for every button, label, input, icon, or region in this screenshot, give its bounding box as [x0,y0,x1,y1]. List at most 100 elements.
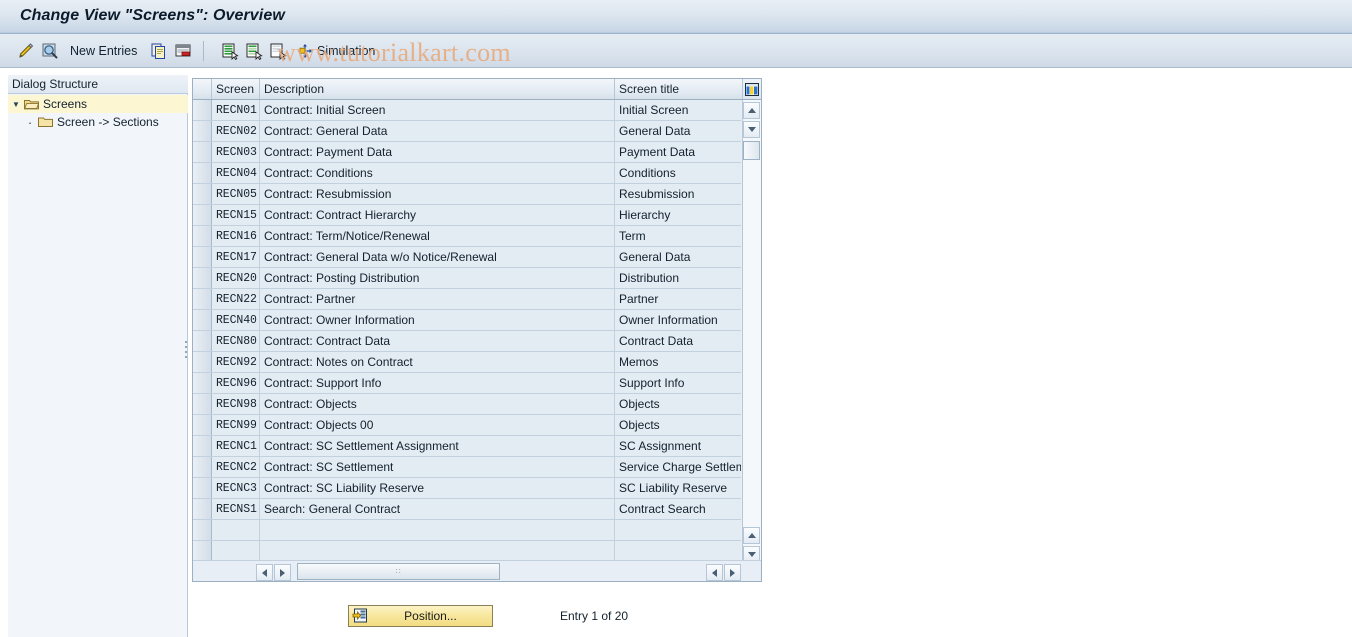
row-select-cell[interactable] [193,352,212,372]
row-select-cell[interactable] [193,268,212,288]
table-row[interactable]: RECN17 Contract: General Data w/o Notice/… [193,247,741,268]
cell-description[interactable]: Contract: Partner [260,289,615,309]
table-row[interactable]: RECN99 Contract: Objects 00 Objects [193,415,741,436]
cell-screen-title[interactable]: Resubmission [615,184,741,204]
table-row[interactable]: RECN22 Contract: Partner Partner [193,289,741,310]
cell-screen[interactable]: RECNC1 [212,436,260,456]
cell-screen-title[interactable]: General Data [615,121,741,141]
cell-description[interactable]: Contract: Support Info [260,373,615,393]
row-select-cell[interactable] [193,247,212,267]
cell-screen-title[interactable]: SC Assignment [615,436,741,456]
row-select-cell[interactable] [193,142,212,162]
table-row[interactable]: RECN02 Contract: General Data General Data [193,121,741,142]
row-select-cell[interactable] [193,310,212,330]
table-row[interactable] [193,520,741,541]
row-select-cell[interactable] [193,541,212,560]
cell-screen[interactable]: RECN01 [212,100,260,120]
scroll-right-button[interactable] [274,564,291,581]
cell-description[interactable]: Contract: Term/Notice/Renewal [260,226,615,246]
table-row[interactable]: RECN96 Contract: Support Info Support Info [193,373,741,394]
cell-screen[interactable] [212,520,260,540]
row-select-cell[interactable] [193,331,212,351]
row-select-cell[interactable] [193,394,212,414]
cell-screen[interactable]: RECN15 [212,205,260,225]
table-row[interactable]: RECNC1 Contract: SC Settlement Assignment… [193,436,741,457]
scroll-up-button[interactable] [743,102,760,119]
cell-description[interactable]: Contract: Conditions [260,163,615,183]
table-horizontal-scrollbar[interactable]: ∷ [193,560,761,581]
row-select-cell[interactable] [193,184,212,204]
cell-screen[interactable]: RECN92 [212,352,260,372]
cell-screen[interactable]: RECNC2 [212,457,260,477]
row-select-cell[interactable] [193,205,212,225]
cell-description[interactable]: Contract: Contract Hierarchy [260,205,615,225]
cell-screen[interactable]: RECN04 [212,163,260,183]
row-select-cell[interactable] [193,289,212,309]
cell-description[interactable]: Contract: Payment Data [260,142,615,162]
cell-description[interactable]: Contract: General Data [260,121,615,141]
cell-screen[interactable]: RECN02 [212,121,260,141]
copy-as-button[interactable] [150,34,168,68]
scroll-down-button[interactable] [743,121,760,138]
cell-screen-title[interactable]: Term [615,226,741,246]
table-row[interactable]: RECNS1 Search: General Contract Contract S… [193,499,741,520]
delete-button[interactable] [174,34,192,68]
scroll-left-button-right[interactable] [706,564,723,581]
display-button[interactable] [41,34,59,68]
cell-screen[interactable]: RECN98 [212,394,260,414]
cell-description[interactable]: Contract: Resubmission [260,184,615,204]
row-select-cell[interactable] [193,373,212,393]
cell-screen[interactable]: RECN22 [212,289,260,309]
cell-screen[interactable]: RECN16 [212,226,260,246]
cell-screen-title[interactable]: Memos [615,352,741,372]
cell-screen-title[interactable]: Contract Data [615,331,741,351]
cell-screen-title[interactable]: Initial Screen [615,100,741,120]
select-block-button[interactable] [245,34,263,68]
cell-description[interactable]: Contract: Posting Distribution [260,268,615,288]
table-row[interactable]: RECN15 Contract: Contract Hierarchy Hierar… [193,205,741,226]
column-header-screen[interactable]: Screen [212,79,260,99]
cell-screen-title[interactable]: Objects [615,415,741,435]
select-column-header[interactable] [193,79,212,99]
cell-screen-title[interactable]: General Data [615,247,741,267]
scroll-right-button-right[interactable] [724,564,741,581]
table-row[interactable]: RECN92 Contract: Notes on Contract Memos [193,352,741,373]
table-row[interactable] [193,541,741,560]
cell-screen-title[interactable]: Payment Data [615,142,741,162]
row-select-cell[interactable] [193,415,212,435]
cell-screen[interactable]: RECN99 [212,415,260,435]
cell-screen[interactable]: RECN96 [212,373,260,393]
table-settings-button[interactable] [742,79,761,99]
cell-screen[interactable]: RECNS1 [212,499,260,519]
cell-description[interactable]: Contract: Objects [260,394,615,414]
table-row[interactable]: RECN40 Contract: Owner Information Owner I… [193,310,741,331]
scroll-left-button[interactable] [256,564,273,581]
cell-description[interactable]: Contract: Initial Screen [260,100,615,120]
sidebar-item-screen-sections[interactable]: · Screen -> Sections [8,113,188,131]
table-row[interactable]: RECN04 Contract: Conditions Conditions [193,163,741,184]
cell-screen-title[interactable]: Objects [615,394,741,414]
row-select-cell[interactable] [193,226,212,246]
cell-description[interactable]: Contract: Objects 00 [260,415,615,435]
row-select-cell[interactable] [193,100,212,120]
table-row[interactable]: RECNC3 Contract: SC Liability Reserve SC L… [193,478,741,499]
column-header-description[interactable]: Description [260,79,615,99]
table-row[interactable]: RECN01 Contract: Initial Screen Initial Sc… [193,100,741,121]
panel-splitter-handle[interactable] [184,338,188,364]
cell-description[interactable] [260,541,615,560]
table-row[interactable]: RECN16 Contract: Term/Notice/Renewal Term [193,226,741,247]
cell-description[interactable]: Contract: SC Liability Reserve [260,478,615,498]
cell-screen-title[interactable] [615,541,741,560]
cell-description[interactable]: Search: General Contract [260,499,615,519]
table-row[interactable]: RECN05 Contract: Resubmission Resubmission [193,184,741,205]
cell-screen-title[interactable]: Owner Information [615,310,741,330]
cell-screen[interactable]: RECN03 [212,142,260,162]
scroll-up-button-bottom[interactable] [743,527,760,544]
table-vertical-scrollbar[interactable] [742,100,761,581]
cell-screen[interactable]: RECN40 [212,310,260,330]
table-row[interactable]: RECNC2 Contract: SC Settlement Service Cha… [193,457,741,478]
vertical-scroll-thumb[interactable] [743,141,760,160]
tree-expander-icon[interactable]: ▼ [8,100,24,109]
row-select-cell[interactable] [193,436,212,456]
new-entries-button[interactable]: New Entries [70,34,137,68]
